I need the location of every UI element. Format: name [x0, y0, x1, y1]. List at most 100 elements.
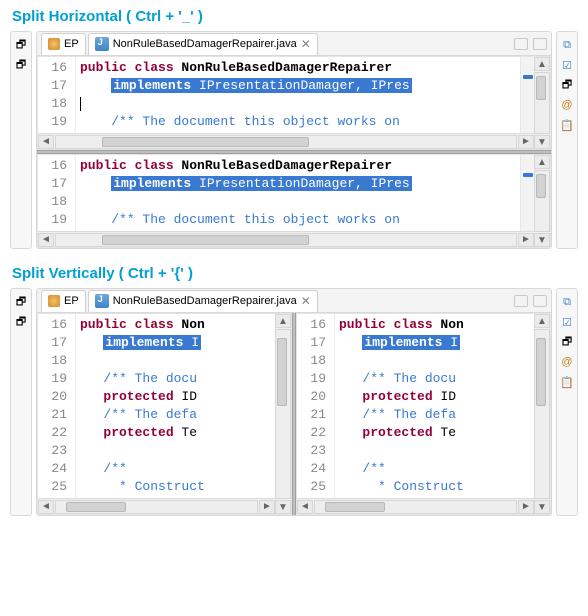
scroll-down-icon[interactable]: ▼ — [534, 135, 550, 149]
scroll-thumb[interactable] — [325, 502, 385, 512]
maximize-button[interactable] — [533, 38, 547, 50]
tasks-icon[interactable]: ☑ — [560, 58, 574, 72]
tab-label: EP — [64, 38, 79, 50]
scroll-up-icon[interactable]: ▲ — [534, 314, 550, 328]
close-icon[interactable]: ✕ — [301, 294, 311, 308]
scroll-left-icon[interactable]: ◄ — [38, 233, 54, 247]
scroll-track[interactable] — [314, 500, 517, 514]
editor-pane-bottom: 16 17 18 19 public class NonRuleBasedDam… — [37, 154, 551, 248]
code-text: Non — [174, 317, 205, 332]
scroll-down-icon[interactable]: ▼ — [534, 233, 550, 247]
scroll-track[interactable] — [275, 329, 291, 499]
vertical-scrollbar[interactable]: ▲ ▼ — [534, 314, 550, 514]
horizontal-scrollbar[interactable]: ◄ ► — [38, 133, 534, 149]
maximize-button[interactable] — [533, 295, 547, 307]
line-number: 19 — [42, 113, 67, 131]
line-number: 17 — [42, 175, 67, 193]
scroll-track[interactable] — [534, 170, 550, 232]
tasks-icon[interactable]: ☑ — [560, 315, 574, 329]
code-text: Te — [433, 425, 456, 440]
vertical-split-container: 16 17 18 19 20 21 22 23 24 25 — [37, 313, 551, 515]
minimize-button[interactable] — [514, 38, 528, 50]
outline-icon[interactable]: ⧉ — [560, 38, 574, 52]
editor-main-panel: EP NonRuleBasedDamagerRepairer.java ✕ 16 — [36, 31, 552, 249]
text-cursor — [80, 97, 81, 111]
comment: /** The document this object works on — [111, 114, 400, 129]
vertical-scrollbar[interactable]: ▲ ▼ — [275, 314, 291, 514]
line-number: 19 — [42, 370, 67, 388]
scroll-thumb[interactable] — [536, 338, 546, 405]
comment: /** The document this object works on — [111, 212, 400, 227]
overview-ruler[interactable] — [520, 57, 534, 133]
scroll-track[interactable] — [534, 72, 550, 134]
horizontal-scrollbar[interactable]: ◄ ► — [38, 498, 275, 514]
scroll-thumb[interactable] — [536, 174, 546, 198]
tab-ep[interactable]: EP — [41, 33, 86, 55]
scroll-right-icon[interactable]: ► — [518, 135, 534, 149]
java-file-icon — [95, 37, 109, 51]
strip-icon[interactable]: 🗗 — [14, 38, 28, 52]
comment: /** The docu — [103, 371, 197, 386]
strip-icon[interactable]: 🗗 — [14, 295, 28, 309]
vertical-scrollbar[interactable]: ▲ ▼ — [534, 155, 550, 247]
strip-icon[interactable]: 🗗 — [560, 78, 574, 92]
code-body[interactable]: 16 17 18 19 20 21 22 23 24 25 — [297, 314, 534, 498]
code-lines[interactable]: public class NonRuleBasedDamagerRepairer… — [76, 57, 520, 133]
section-title-horizontal: Split Horizontal ( Ctrl + '_' ) — [0, 0, 588, 31]
horizontal-scrollbar[interactable]: ◄ ► — [297, 498, 534, 514]
scroll-up-icon[interactable]: ▲ — [275, 314, 291, 328]
scroll-track[interactable] — [55, 135, 517, 149]
vertical-scrollbar[interactable]: ▲ ▼ — [534, 57, 550, 149]
scroll-down-icon[interactable]: ▼ — [275, 500, 291, 514]
at-icon[interactable]: @ — [560, 355, 574, 369]
scroll-track[interactable] — [55, 233, 517, 247]
scroll-thumb[interactable] — [66, 502, 126, 512]
overview-ruler[interactable] — [520, 155, 534, 231]
scroll-up-icon[interactable]: ▲ — [534, 57, 550, 71]
code-body[interactable]: 16 17 18 19 20 21 22 23 24 25 — [38, 314, 275, 498]
tab-file[interactable]: NonRuleBasedDamagerRepairer.java ✕ — [88, 290, 318, 312]
keyword: implements — [105, 335, 183, 350]
clipboard-icon[interactable]: 📋 — [560, 118, 574, 132]
tab-ep[interactable]: EP — [41, 290, 86, 312]
scroll-right-icon[interactable]: ► — [518, 233, 534, 247]
comment: * Construct — [111, 479, 205, 494]
code-lines[interactable]: public class Non implements I /** The do… — [335, 314, 534, 498]
scroll-left-icon[interactable]: ◄ — [38, 135, 54, 149]
code-lines[interactable]: public class NonRuleBasedDamagerRepairer… — [76, 155, 520, 231]
minimize-button[interactable] — [514, 295, 528, 307]
strip-icon[interactable]: 🗗 — [14, 315, 28, 329]
scroll-track[interactable] — [55, 500, 258, 514]
scroll-right-icon[interactable]: ► — [518, 500, 534, 514]
tab-label: NonRuleBasedDamagerRepairer.java — [113, 295, 297, 307]
tab-file[interactable]: NonRuleBasedDamagerRepairer.java ✕ — [88, 33, 318, 55]
strip-icon[interactable]: 🗗 — [560, 335, 574, 349]
scroll-thumb[interactable] — [277, 338, 287, 405]
editor-pane-top: 16 17 18 19 public class NonRuleBasedDam… — [37, 56, 551, 150]
outline-icon[interactable]: ⧉ — [560, 295, 574, 309]
comment: /** The defa — [362, 407, 456, 422]
scroll-down-icon[interactable]: ▼ — [534, 500, 550, 514]
clipboard-icon[interactable]: 📋 — [560, 375, 574, 389]
code-lines[interactable]: public class Non implements I /** The do… — [76, 314, 275, 498]
scroll-thumb[interactable] — [102, 137, 309, 147]
scroll-thumb[interactable] — [102, 235, 309, 245]
scroll-thumb[interactable] — [536, 76, 546, 100]
strip-icon[interactable]: 🗗 — [14, 58, 28, 72]
keyword: protected — [362, 389, 432, 404]
scroll-left-icon[interactable]: ◄ — [297, 500, 313, 514]
close-icon[interactable]: ✕ — [301, 37, 311, 51]
line-number: 22 — [301, 424, 326, 442]
scroll-left-icon[interactable]: ◄ — [38, 500, 54, 514]
at-icon[interactable]: @ — [560, 98, 574, 112]
code-body[interactable]: 16 17 18 19 public class NonRuleBasedDam… — [38, 155, 534, 231]
horizontal-scrollbar[interactable]: ◄ ► — [38, 231, 534, 247]
code-body[interactable]: 16 17 18 19 public class NonRuleBasedDam… — [38, 57, 534, 133]
scroll-up-icon[interactable]: ▲ — [534, 155, 550, 169]
scroll-right-icon[interactable]: ► — [259, 500, 275, 514]
java-file-icon — [95, 294, 109, 308]
line-number: 16 — [42, 157, 67, 175]
right-tool-strip: ⧉ ☑ 🗗 @ 📋 — [556, 31, 578, 249]
line-number: 16 — [301, 316, 326, 334]
scroll-track[interactable] — [534, 329, 550, 499]
